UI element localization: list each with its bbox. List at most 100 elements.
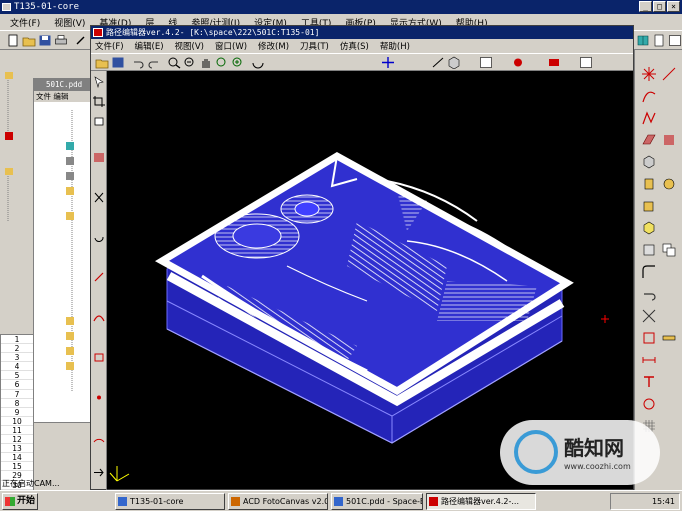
folder-open-icon[interactable] [95, 56, 109, 69]
path-icon[interactable] [92, 311, 106, 324]
offset-icon[interactable] [641, 330, 657, 346]
box-icon[interactable] [641, 198, 657, 214]
arrow-icon[interactable] [92, 466, 106, 479]
task-pdd[interactable]: 501C.pdd - Space-E/... [331, 493, 423, 510]
print-icon[interactable] [54, 34, 68, 47]
app-icon [231, 497, 240, 506]
view-cube-icon[interactable] [447, 56, 461, 69]
editor-menu-simulate[interactable]: 仿真(S) [340, 40, 369, 52]
editor-menu-help[interactable]: 帮助(H) [380, 40, 410, 52]
main-window-title: T135-01-core [14, 2, 80, 12]
rotate-icon[interactable] [251, 56, 265, 69]
dimension-icon[interactable] [641, 352, 657, 368]
zoom-window-icon[interactable] [215, 56, 229, 69]
main-title-bar: T135-01-core _ □ × [0, 0, 682, 14]
editor-menu-edit[interactable]: 编辑(E) [135, 40, 164, 52]
solid-icon[interactable] [641, 154, 657, 170]
undo-icon[interactable] [131, 56, 145, 69]
redo-icon[interactable] [147, 56, 161, 69]
task-fotocanvas[interactable]: ACD FotoCanvas v2.0 [228, 493, 328, 510]
scissors-icon[interactable] [92, 191, 106, 204]
rotate-cw-icon[interactable] [92, 231, 106, 244]
windows-logo-icon [5, 497, 15, 506]
start-button[interactable]: 开始 [2, 493, 38, 510]
link-icon[interactable] [92, 271, 106, 284]
zoom-out-icon[interactable] [183, 56, 197, 69]
editor-menu-tool[interactable]: 刀具(T) [300, 40, 329, 52]
copy-icon[interactable] [661, 242, 677, 258]
tool-icon[interactable] [74, 34, 88, 47]
pan-hand-icon[interactable] [199, 56, 213, 69]
row-number: 14 [1, 453, 33, 463]
undo-icon[interactable] [641, 286, 657, 302]
app-icon [2, 3, 11, 11]
watermark-logo-icon [514, 430, 558, 474]
save-icon[interactable] [111, 56, 125, 69]
menu-view[interactable]: 视图(V) [54, 16, 85, 29]
trim-icon[interactable] [641, 308, 657, 324]
editor-menu-window[interactable]: 窗口(W) [215, 40, 247, 52]
line-tool-icon[interactable] [431, 56, 445, 69]
fill-icon[interactable] [547, 56, 561, 69]
color-icon[interactable] [511, 56, 525, 69]
cube-icon[interactable] [641, 220, 657, 236]
editor-toolbar [91, 53, 633, 71]
row-number: 9 [1, 408, 33, 417]
sphere-icon[interactable] [661, 176, 677, 192]
status-text: 正在启动CAM... [2, 479, 60, 488]
text-icon[interactable] [641, 374, 657, 390]
row-number: 7 [1, 390, 33, 399]
row-number: 2 [1, 344, 33, 354]
square-icon[interactable] [92, 115, 106, 128]
fillet-icon[interactable] [641, 264, 657, 280]
editor-menu-file[interactable]: 文件(F) [95, 40, 124, 52]
face-icon[interactable] [661, 132, 677, 148]
row-number: 10 [1, 417, 33, 426]
editor-menu-bar: 文件(F) 编辑(E) 视图(V) 窗口(W) 修改(M) 刀具(T) 仿真(S… [91, 39, 633, 53]
zoom-fit-icon[interactable] [231, 56, 245, 69]
row-number: 5 [1, 371, 33, 381]
folder-open-icon[interactable] [22, 34, 36, 47]
row-number: 8 [1, 399, 33, 408]
row-number: 13 [1, 444, 33, 454]
select-icon[interactable] [92, 75, 106, 88]
zoom-in-icon[interactable] [167, 56, 181, 69]
star-icon[interactable] [641, 66, 657, 82]
maximize-button[interactable]: □ [653, 1, 666, 12]
target-icon[interactable] [641, 396, 657, 412]
axis-triad [109, 466, 130, 482]
move-arrows-icon[interactable] [381, 56, 395, 69]
watermark-url: www.coozhi.com [564, 462, 631, 471]
grid-view-icon[interactable] [479, 56, 493, 69]
watermark-title: 酷知网 [564, 436, 624, 460]
layer-icon[interactable] [641, 242, 657, 258]
new-file-icon[interactable] [6, 34, 20, 47]
row-number: 6 [1, 380, 33, 390]
task-path-editor[interactable]: 路径编辑器ver.4.2-... [426, 493, 536, 510]
point-icon[interactable] [92, 391, 106, 404]
editor-menu-view[interactable]: 视图(V) [175, 40, 204, 52]
editor-title-bar: 路径编辑器ver.4.2- [K:\space\222\501C:T135-01… [91, 26, 633, 39]
tool-path-icon[interactable] [92, 351, 106, 364]
document-icon[interactable] [652, 34, 666, 47]
task-t135-core[interactable]: T135-01-core [115, 493, 225, 510]
window-icon[interactable] [668, 34, 682, 47]
cylinder-icon[interactable] [641, 176, 657, 192]
menu-file[interactable]: 文件(F) [10, 16, 40, 29]
watermark-logo: 酷知网 www.coozhi.com [500, 420, 660, 485]
editor-menu-modify[interactable]: 修改(M) [258, 40, 289, 52]
help-icon[interactable] [579, 56, 593, 69]
crop-icon[interactable] [92, 95, 106, 108]
curve-icon[interactable] [641, 88, 657, 104]
book-icon[interactable] [636, 34, 650, 47]
spline-icon[interactable] [641, 110, 657, 126]
fill-red-icon[interactable] [92, 151, 106, 164]
minimize-button[interactable]: _ [639, 1, 652, 12]
close-button[interactable]: × [667, 1, 680, 12]
surface-icon[interactable] [641, 132, 657, 148]
measure-icon[interactable] [661, 66, 677, 82]
arc-icon[interactable] [92, 431, 106, 444]
ruler-icon[interactable] [661, 330, 677, 346]
save-icon[interactable] [38, 34, 52, 47]
row-number: 11 [1, 426, 33, 436]
